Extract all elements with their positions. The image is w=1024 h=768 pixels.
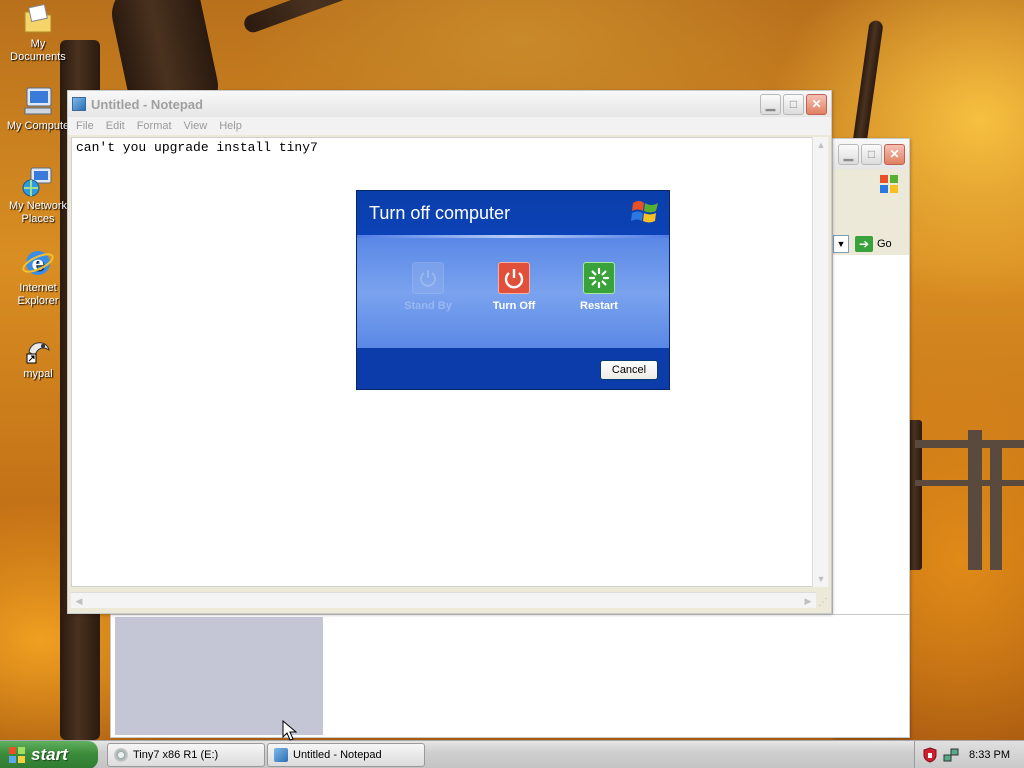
- desktop-icon-label: mypal: [23, 368, 53, 380]
- go-label: Go: [877, 238, 892, 250]
- taskbar-item-label: Untitled - Notepad: [293, 749, 382, 761]
- notepad-icon: [274, 748, 288, 762]
- system-tray: 8:33 PM: [914, 741, 1024, 768]
- internet-explorer-icon: e: [21, 246, 55, 280]
- windows-flag-icon: [631, 201, 658, 223]
- start-button[interactable]: start: [0, 741, 98, 768]
- explorer-task-pane: [115, 617, 323, 735]
- security-shield-icon[interactable]: [923, 747, 937, 763]
- taskbar-item-label: Tiny7 x86 R1 (E:): [133, 749, 219, 761]
- mypal-shortcut-icon: [21, 332, 55, 366]
- taskbar: start Tiny7 x86 R1 (E:) Untitled - Notep…: [0, 740, 1024, 768]
- taskbar-item-notepad[interactable]: Untitled - Notepad: [267, 743, 425, 767]
- computer-icon: [21, 84, 55, 118]
- desktop-icon-label: Internet Explorer: [17, 282, 59, 307]
- desktop-icon-label: My Compute: [6, 120, 70, 132]
- scroll-left-arrow[interactable]: ◀: [71, 593, 87, 609]
- minimize-button[interactable]: ▁: [760, 93, 781, 115]
- desktop-icon-my-computer[interactable]: My Compute: [3, 84, 73, 133]
- dialog-header: Turn off computer: [357, 191, 669, 235]
- windows-logo-icon: [880, 175, 898, 193]
- restart-button[interactable]: Restart: [562, 262, 636, 312]
- power-icon: [412, 262, 444, 294]
- explorer-content-area[interactable]: [110, 614, 910, 738]
- stand-by-label: Stand By: [404, 300, 452, 312]
- close-button[interactable]: ✕: [806, 93, 827, 115]
- scroll-down-arrow[interactable]: ▼: [813, 571, 829, 587]
- restart-label: Restart: [580, 300, 618, 312]
- menu-edit[interactable]: Edit: [100, 120, 131, 132]
- explorer-address-bar: ▼ ➔ Go: [833, 233, 909, 255]
- notepad-titlebar[interactable]: Untitled - Notepad ▁ □ ✕: [68, 91, 831, 117]
- explorer-titlebar[interactable]: ▁ □ ✕: [833, 139, 909, 169]
- explorer-toolbar: [833, 199, 909, 233]
- go-arrow-icon: ➔: [855, 236, 873, 252]
- dialog-options: Stand By Turn Off Restart: [357, 238, 669, 348]
- vertical-scrollbar[interactable]: ▲ ▼: [812, 137, 828, 587]
- menu-view[interactable]: View: [178, 120, 214, 132]
- desktop-icon-internet-explorer[interactable]: e Internet Explorer: [3, 246, 73, 308]
- turn-off-dialog: Turn off computer Stand By Turn Off Rest…: [356, 190, 670, 390]
- notepad-icon: [72, 97, 86, 111]
- stand-by-button[interactable]: Stand By: [391, 262, 465, 312]
- go-button[interactable]: ➔ Go: [855, 236, 892, 252]
- turn-off-label: Turn Off: [492, 300, 536, 312]
- mouse-cursor-icon: [282, 720, 298, 741]
- resize-grip[interactable]: ⋰: [812, 592, 828, 608]
- address-dropdown-button[interactable]: ▼: [833, 235, 849, 253]
- cd-drive-icon: [114, 748, 128, 762]
- desktop-icon-network-places[interactable]: My Network Places: [3, 164, 73, 226]
- dialog-footer: Cancel: [357, 348, 669, 389]
- network-icon[interactable]: [943, 747, 959, 763]
- documents-folder-icon: [21, 2, 55, 36]
- maximize-button[interactable]: □: [783, 93, 804, 115]
- turn-off-button[interactable]: Turn Off: [477, 262, 551, 312]
- window-title: Untitled - Notepad: [91, 96, 203, 112]
- start-label: start: [31, 745, 68, 764]
- network-places-icon: [21, 164, 55, 198]
- menu-file[interactable]: File: [70, 120, 100, 132]
- restart-icon: [583, 262, 615, 294]
- windows-logo-icon: [9, 747, 25, 763]
- desktop-icon-label: My Documents: [10, 38, 66, 63]
- taskbar-item-tiny7-drive[interactable]: Tiny7 x86 R1 (E:): [107, 743, 265, 767]
- explorer-menubar: [833, 169, 909, 199]
- notepad-menubar: File Edit Format View Help: [68, 117, 831, 135]
- close-button[interactable]: ✕: [884, 143, 905, 165]
- minimize-button[interactable]: ▁: [838, 143, 859, 165]
- desktop-icon-mypal[interactable]: mypal: [3, 332, 73, 381]
- clock[interactable]: 8:33 PM: [969, 749, 1010, 761]
- maximize-button[interactable]: □: [861, 143, 882, 165]
- horizontal-scrollbar[interactable]: ◀ ▶: [71, 592, 816, 608]
- dialog-title: Turn off computer: [369, 203, 511, 223]
- desktop-icon-label: My Network Places: [8, 200, 68, 225]
- menu-help[interactable]: Help: [213, 120, 248, 132]
- power-off-icon: [498, 262, 530, 294]
- menu-format[interactable]: Format: [131, 120, 178, 132]
- desktop-icon-my-documents[interactable]: My Documents: [3, 2, 73, 64]
- cancel-button[interactable]: Cancel: [600, 360, 658, 380]
- scroll-up-arrow[interactable]: ▲: [813, 137, 829, 153]
